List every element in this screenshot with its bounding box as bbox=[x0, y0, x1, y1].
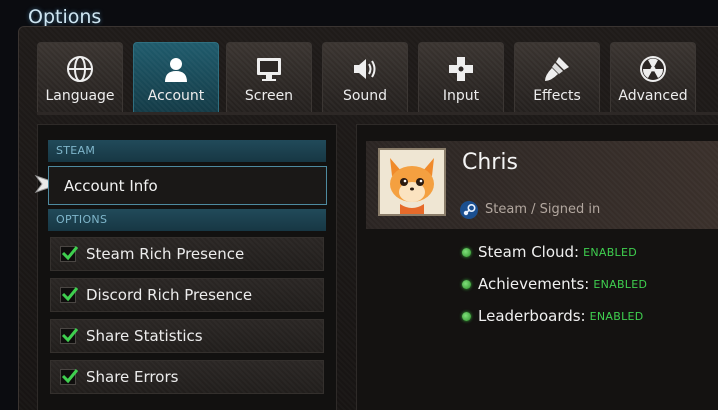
tab-divider bbox=[37, 112, 718, 115]
feature-steam-cloud: Steam Cloud: ENABLED bbox=[462, 243, 637, 261]
checkbox[interactable] bbox=[60, 287, 79, 303]
tab-label: Screen bbox=[244, 88, 294, 104]
monitor-icon bbox=[257, 58, 281, 81]
option-share-errors[interactable]: Share Errors bbox=[50, 360, 324, 394]
checkmark-icon bbox=[61, 287, 79, 302]
globe-icon bbox=[67, 56, 93, 82]
status-dot-icon bbox=[462, 247, 471, 257]
tab-input[interactable]: Input bbox=[418, 42, 504, 112]
checkmark-icon bbox=[61, 246, 79, 261]
tab-label: Input bbox=[442, 88, 480, 104]
option-label: Discord Rich Presence bbox=[86, 286, 253, 304]
feature-status: ENABLED bbox=[589, 309, 644, 323]
feature-status: ENABLED bbox=[583, 245, 638, 259]
dpad-icon bbox=[449, 57, 473, 81]
tab-label: Effects bbox=[533, 88, 581, 104]
option-label: Steam Rich Presence bbox=[86, 245, 245, 263]
section-header-options: OPTIONS bbox=[48, 209, 326, 231]
tab-account[interactable]: Account bbox=[133, 42, 219, 112]
section-header-steam: STEAM bbox=[48, 140, 326, 162]
fox-avatar-image bbox=[380, 150, 444, 214]
tab-label: Sound bbox=[342, 88, 388, 104]
feature-achievements: Achievements: ENABLED bbox=[462, 275, 647, 293]
tab-screen[interactable]: Screen bbox=[226, 42, 312, 112]
tab-label: Account bbox=[147, 88, 205, 104]
profile-username: Chris bbox=[462, 150, 518, 175]
status-dot-icon bbox=[462, 279, 471, 289]
option-steam-rich-presence[interactable]: Steam Rich Presence bbox=[50, 237, 324, 271]
option-discord-rich-presence[interactable]: Discord Rich Presence bbox=[50, 278, 324, 312]
feature-status: ENABLED bbox=[593, 277, 648, 291]
checkbox[interactable] bbox=[60, 369, 79, 385]
profile-status: Steam / Signed in bbox=[485, 202, 601, 217]
window-title: Options bbox=[28, 6, 102, 28]
feature-name: Leaderboards: bbox=[478, 307, 586, 325]
tab-language[interactable]: Language bbox=[37, 42, 123, 112]
checkbox[interactable] bbox=[60, 246, 79, 262]
sidebar-item-account-info[interactable]: Account Info bbox=[48, 166, 327, 205]
avatar bbox=[378, 148, 446, 216]
feature-name: Steam Cloud: bbox=[478, 243, 580, 261]
tab-effects[interactable]: Effects bbox=[514, 42, 600, 112]
option-share-statistics[interactable]: Share Statistics bbox=[50, 319, 324, 353]
radiation-icon bbox=[640, 56, 666, 82]
feature-name: Achievements: bbox=[478, 275, 590, 293]
checkmark-icon bbox=[61, 369, 79, 384]
steam-icon bbox=[460, 201, 478, 219]
option-label: Share Errors bbox=[86, 368, 179, 386]
checkbox[interactable] bbox=[60, 328, 79, 344]
speaker-icon bbox=[354, 59, 376, 79]
brush-icon bbox=[545, 57, 569, 81]
tab-label: Advanced bbox=[618, 88, 688, 104]
status-dot-icon bbox=[462, 311, 471, 321]
tab-sound[interactable]: Sound bbox=[322, 42, 408, 112]
checkmark-icon bbox=[61, 328, 79, 343]
user-icon bbox=[165, 58, 187, 82]
feature-leaderboards: Leaderboards: ENABLED bbox=[462, 307, 644, 325]
tab-advanced[interactable]: Advanced bbox=[610, 42, 696, 112]
option-label: Share Statistics bbox=[86, 327, 203, 345]
tab-label: Language bbox=[45, 88, 115, 104]
